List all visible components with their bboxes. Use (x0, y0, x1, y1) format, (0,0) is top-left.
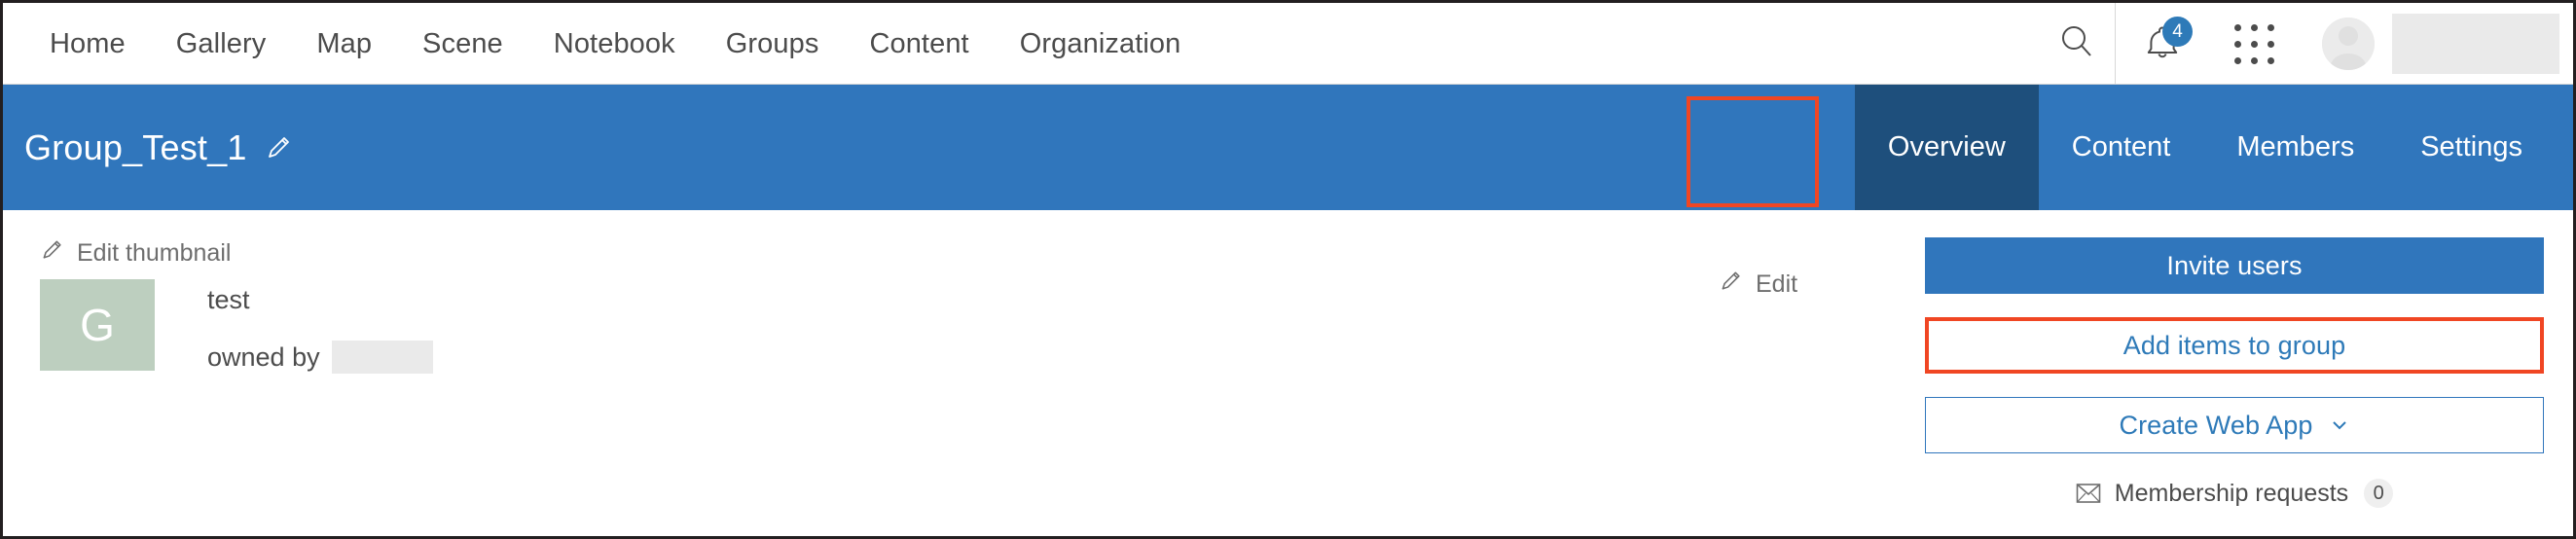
user-avatar-icon (2322, 18, 2375, 70)
edit-description-link[interactable]: Edit (1719, 269, 1797, 301)
tab-content[interactable]: Content (2039, 85, 2204, 210)
owner-redacted-block (331, 341, 433, 374)
edit-label: Edit (1756, 270, 1798, 298)
tab-settings[interactable]: Settings (2387, 85, 2556, 210)
group-header-bar: Group_Test_1 Overview Content Members Se… (3, 85, 2573, 210)
nav-item-content[interactable]: Content (844, 3, 994, 85)
search-icon (2057, 22, 2096, 66)
page-title: Group_Test_1 (24, 126, 247, 167)
membership-requests-label: Membership requests (2114, 479, 2349, 507)
app-switcher-button[interactable] (2209, 3, 2299, 85)
tab-overview[interactable]: Overview (1854, 85, 2039, 210)
notifications-button[interactable]: 4 (2116, 3, 2209, 85)
create-web-app-button[interactable]: Create Web App (1925, 397, 2544, 453)
notification-count-badge: 4 (2162, 17, 2193, 47)
group-thumbnail[interactable]: G (40, 279, 155, 371)
nav-links: Home Gallery Map Scene Notebook Groups C… (3, 3, 1206, 85)
group-meta: test owned by (207, 279, 433, 374)
group-name: test (207, 285, 250, 314)
membership-requests-link[interactable]: Membership requests 0 (1925, 479, 2544, 508)
edit-thumbnail-label: Edit thumbnail (77, 239, 232, 267)
add-items-to-group-button[interactable]: Add items to group (1925, 317, 2544, 374)
group-summary-panel: Edit thumbnail G test owned by (40, 237, 433, 374)
tab-members[interactable]: Members (2203, 85, 2387, 210)
chevron-down-icon (2329, 414, 2350, 436)
invite-users-button[interactable]: Invite users (1925, 237, 2544, 294)
nav-item-gallery[interactable]: Gallery (151, 3, 292, 85)
avatar[interactable] (2322, 18, 2375, 70)
nav-item-scene[interactable]: Scene (397, 3, 528, 85)
nav-item-map[interactable]: Map (291, 3, 397, 85)
nav-item-groups[interactable]: Groups (701, 3, 845, 85)
username-redacted-block (2392, 14, 2559, 74)
nav-item-home[interactable]: Home (24, 3, 151, 85)
group-title-wrap: Group_Test_1 (3, 127, 1855, 168)
group-tabs: Overview Content Members Settings (1854, 85, 2573, 210)
search-button[interactable] (2039, 3, 2115, 85)
nav-item-organization[interactable]: Organization (995, 3, 1207, 85)
thumbnail-row: G test owned by (40, 279, 433, 374)
pencil-icon (40, 237, 65, 270)
owned-by-label: owned by (207, 341, 320, 372)
create-web-app-label: Create Web App (2119, 410, 2313, 440)
top-navigation-bar: Home Gallery Map Scene Notebook Groups C… (3, 3, 2573, 85)
membership-requests-count: 0 (2364, 479, 2394, 508)
browser-screenshot: Home Gallery Map Scene Notebook Groups C… (0, 0, 2576, 539)
overview-content: Edit thumbnail G test owned by Edit Invi… (3, 210, 2573, 536)
app-grid-icon (2233, 23, 2274, 64)
edit-thumbnail-link[interactable]: Edit thumbnail (40, 237, 433, 270)
pencil-icon (1719, 269, 1744, 301)
edit-title-pencil-icon[interactable] (265, 133, 294, 162)
envelope-icon (2076, 483, 2101, 504)
nav-item-notebook[interactable]: Notebook (528, 3, 701, 85)
owned-by-row: owned by (207, 341, 433, 374)
nav-right-tools: 4 (2039, 3, 2573, 85)
group-actions-panel: Invite users Add items to group Create W… (1925, 237, 2544, 508)
